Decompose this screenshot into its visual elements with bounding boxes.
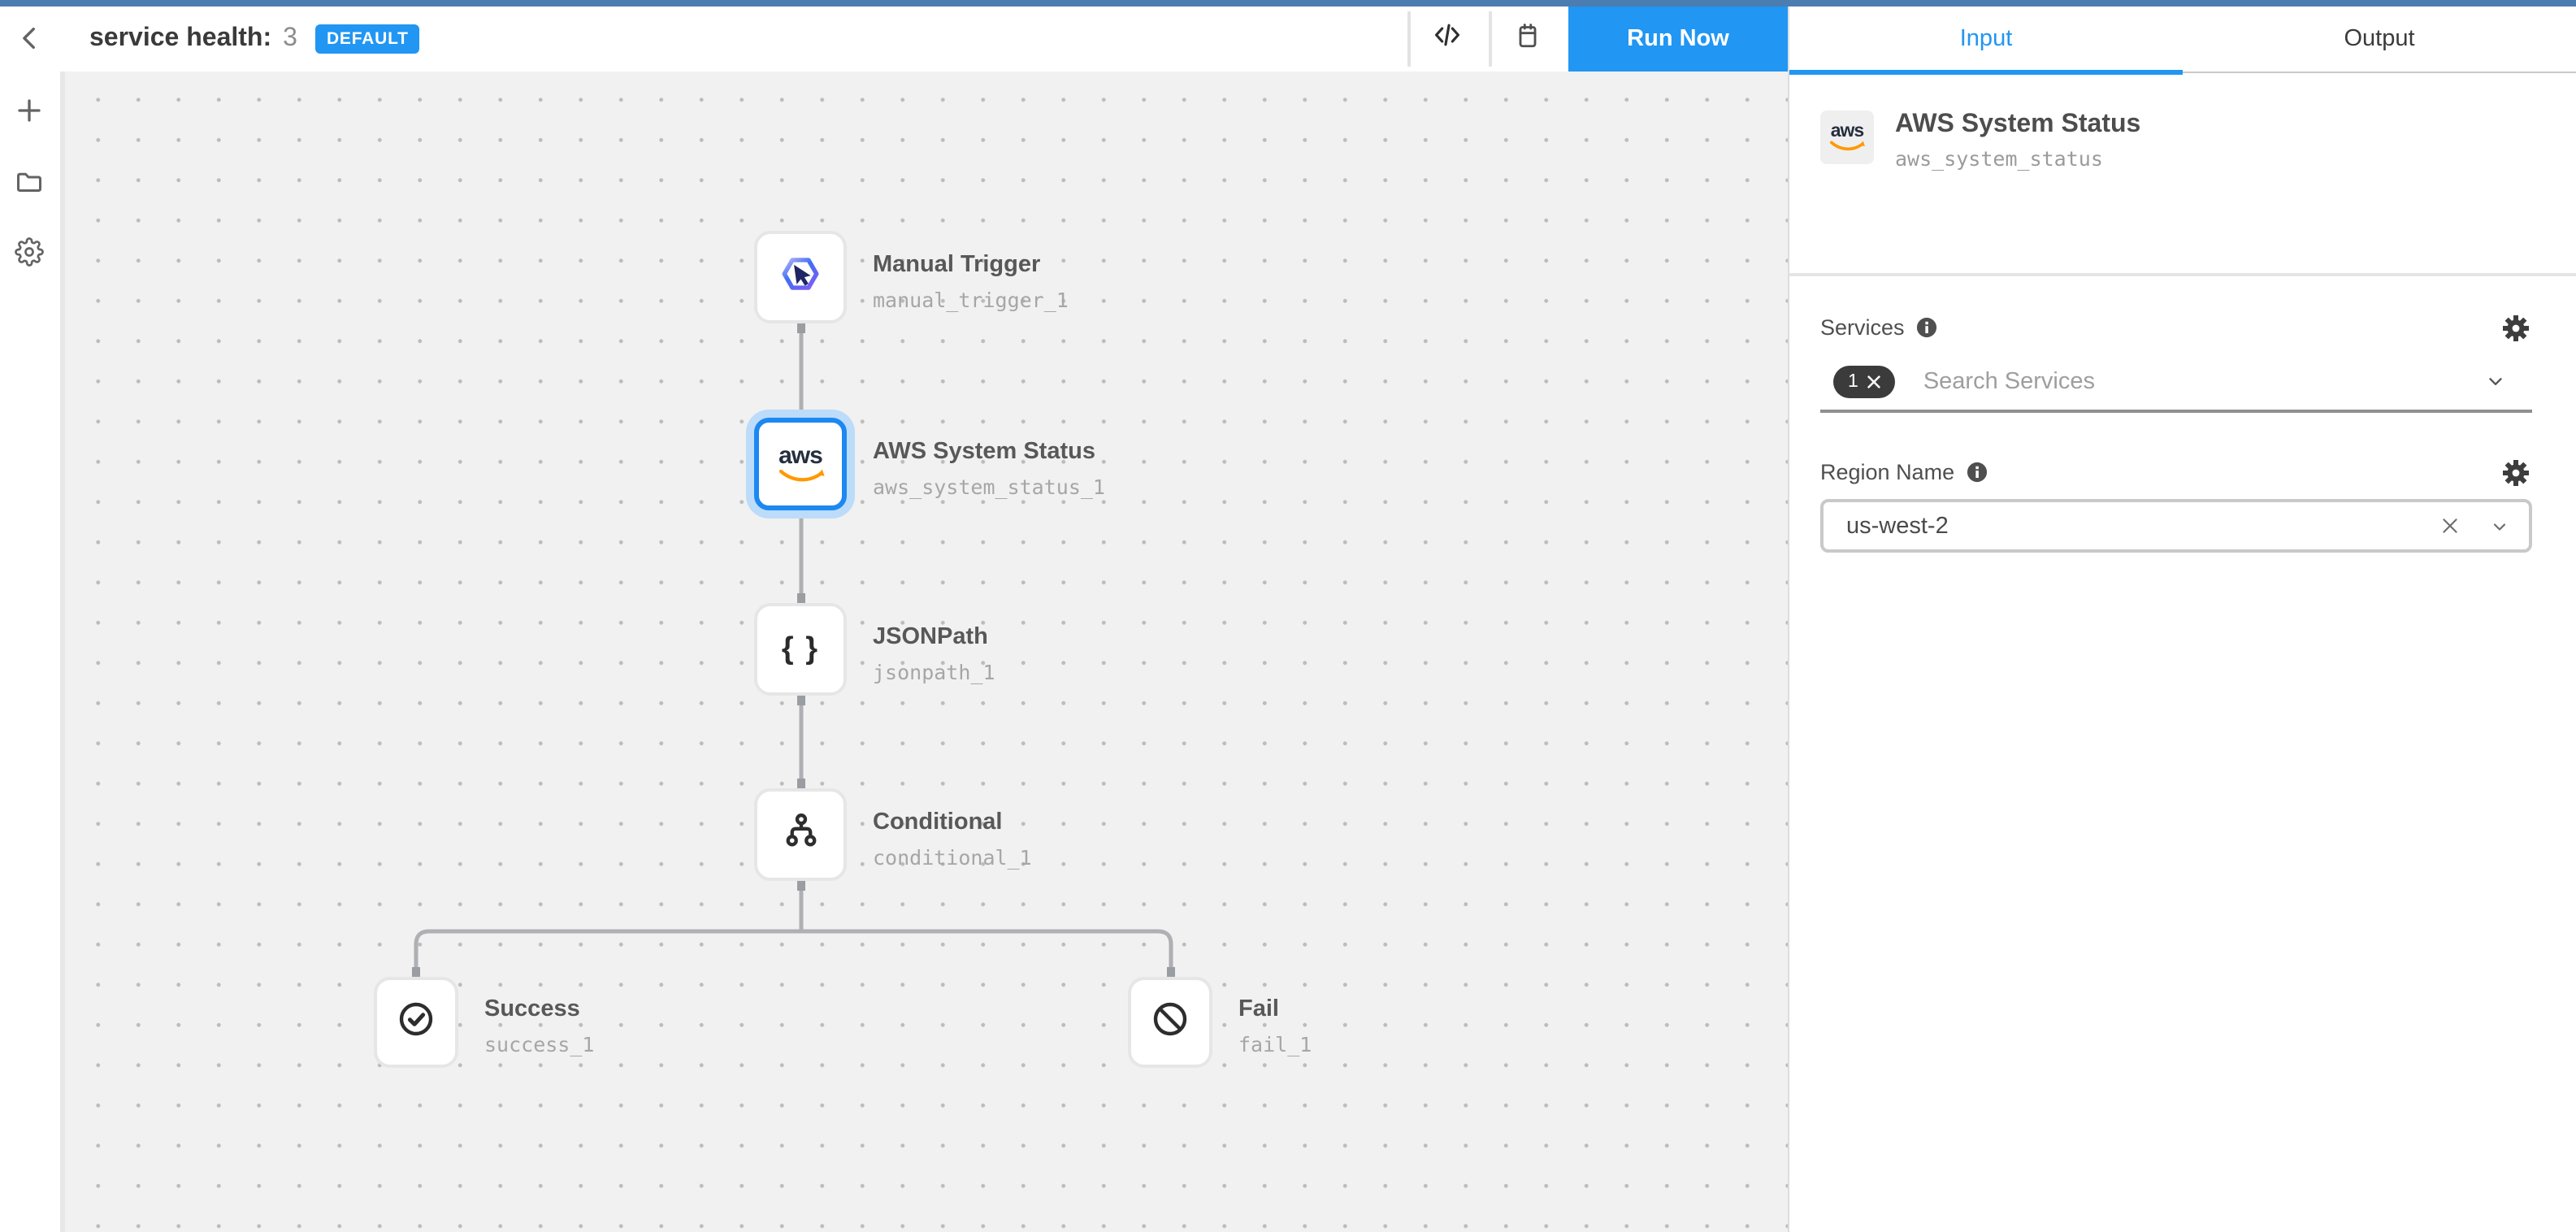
node-manual-trigger: Manual Trigger manual_trigger_1 (754, 231, 847, 323)
node-fail: Fail fail_1 (1128, 977, 1212, 1068)
node-title: Success (484, 996, 594, 1022)
playbook-run-count: 3 (283, 24, 297, 54)
region-settings-gear-icon[interactable] (2501, 458, 2530, 488)
node-title: JSONPath (873, 624, 995, 650)
json-braces-icon: { } (782, 631, 819, 667)
chevron-left-icon (15, 24, 43, 60)
node-title: AWS System Status (873, 439, 1105, 465)
services-search-input[interactable] (1920, 367, 2485, 396)
info-icon[interactable] (1966, 462, 1987, 483)
region-label: Region Name (1820, 460, 1954, 484)
node-id: manual_trigger_1 (873, 288, 1069, 312)
playbook-title: service health: (89, 24, 271, 54)
node-id: aws_system_status_1 (873, 475, 1105, 499)
inspector-subtitle: aws_system_status (1895, 146, 2103, 171)
node-fail-card[interactable] (1128, 977, 1212, 1068)
files-button[interactable] (13, 169, 46, 202)
selected-services-chip: 1 (1833, 365, 1896, 397)
node-conditional-card[interactable] (754, 788, 847, 881)
run-now-button[interactable]: Run Now (1568, 7, 1788, 72)
node-id: success_1 (484, 1032, 594, 1056)
header-bar: service health: 3 DEFAULT (60, 7, 1568, 72)
node-title: Conditional (873, 809, 1032, 835)
node-title: Fail (1238, 996, 1312, 1022)
node-jsonpath-card[interactable]: { } (754, 603, 847, 696)
view-code-button[interactable] (1430, 23, 1463, 55)
header-divider (1489, 11, 1492, 67)
tab-input[interactable]: Input (1789, 7, 2183, 72)
services-select-field[interactable]: 1 (1820, 353, 2532, 413)
back-button[interactable] (13, 26, 46, 59)
divider (1789, 273, 2576, 275)
left-sidebar (0, 7, 60, 1232)
node-labels: Manual Trigger manual_trigger_1 (873, 252, 1069, 312)
node-title: Manual Trigger (873, 252, 1069, 278)
top-accent-bar (0, 0, 2576, 7)
info-icon[interactable] (1916, 317, 1937, 338)
clear-icon[interactable] (2439, 515, 2461, 536)
playbook-editor: service health: 3 DEFAULT Run Now (0, 0, 2576, 1232)
tab-output[interactable]: Output (2183, 7, 2576, 72)
node-id: conditional_1 (873, 845, 1032, 870)
gear-icon (15, 236, 44, 274)
region-select-field (1820, 499, 2532, 553)
node-conditional: Conditional conditional_1 (754, 788, 847, 881)
schedule-button[interactable] (1511, 23, 1544, 55)
aws-app-tile: aws (1820, 111, 1874, 164)
node-success-card[interactable] (374, 977, 458, 1068)
node-labels: Conditional conditional_1 (873, 809, 1032, 870)
inspector-header: aws AWS System Status aws_system_status … (1789, 73, 2576, 206)
node-labels: JSONPath jsonpath_1 (873, 624, 995, 684)
plus-icon (15, 95, 44, 132)
node-jsonpath: { } JSONPath jsonpath_1 (754, 603, 847, 696)
add-button[interactable] (13, 98, 46, 130)
node-id: jsonpath_1 (873, 660, 995, 684)
services-label-row: Services (1820, 315, 2530, 340)
node-labels: Fail fail_1 (1238, 996, 1312, 1056)
region-label-row: Region Name (1820, 460, 2530, 484)
inspector-panel: Input Output aws AWS System Status aws_s… (1788, 7, 2576, 1232)
header-divider (1407, 11, 1411, 67)
check-circle-icon (397, 999, 436, 1046)
node-labels: AWS System Status aws_system_status_1 (873, 439, 1105, 499)
manual-trigger-icon (778, 251, 822, 303)
chevron-down-icon[interactable] (2485, 371, 2506, 392)
settings-button[interactable] (13, 239, 46, 271)
block-icon (1151, 999, 1190, 1046)
node-labels: Success success_1 (484, 996, 594, 1056)
workflow-canvas[interactable]: Manual Trigger manual_trigger_1 aws AWS … (60, 72, 1788, 1232)
services-label: Services (1820, 315, 1905, 340)
chevron-down-icon[interactable] (2490, 516, 2509, 536)
inspector-title: AWS System Status (1895, 111, 2140, 140)
aws-logo-icon: aws (776, 445, 825, 484)
node-aws-system-status-card[interactable]: aws (754, 418, 847, 510)
node-manual-trigger-card[interactable] (754, 231, 847, 323)
region-input[interactable] (1843, 511, 2439, 540)
aws-logo-icon: aws (1828, 123, 1866, 152)
chip-count: 1 (1848, 371, 1858, 391)
branch-icon (779, 809, 822, 860)
services-settings-gear-icon[interactable] (2501, 314, 2530, 343)
chip-remove-icon[interactable] (1868, 375, 1881, 388)
inspector-tabs: Input Output (1789, 7, 2576, 73)
code-icon (1431, 20, 1462, 59)
node-aws-system-status: aws AWS System Status aws_system_status_… (754, 418, 847, 510)
node-id: fail_1 (1238, 1032, 1312, 1056)
calendar-icon (1513, 20, 1542, 58)
default-badge: DEFAULT (315, 24, 420, 54)
node-success: Success success_1 (374, 977, 458, 1068)
playbook-title-group: service health: 3 DEFAULT (89, 7, 420, 72)
folder-icon (15, 167, 44, 204)
